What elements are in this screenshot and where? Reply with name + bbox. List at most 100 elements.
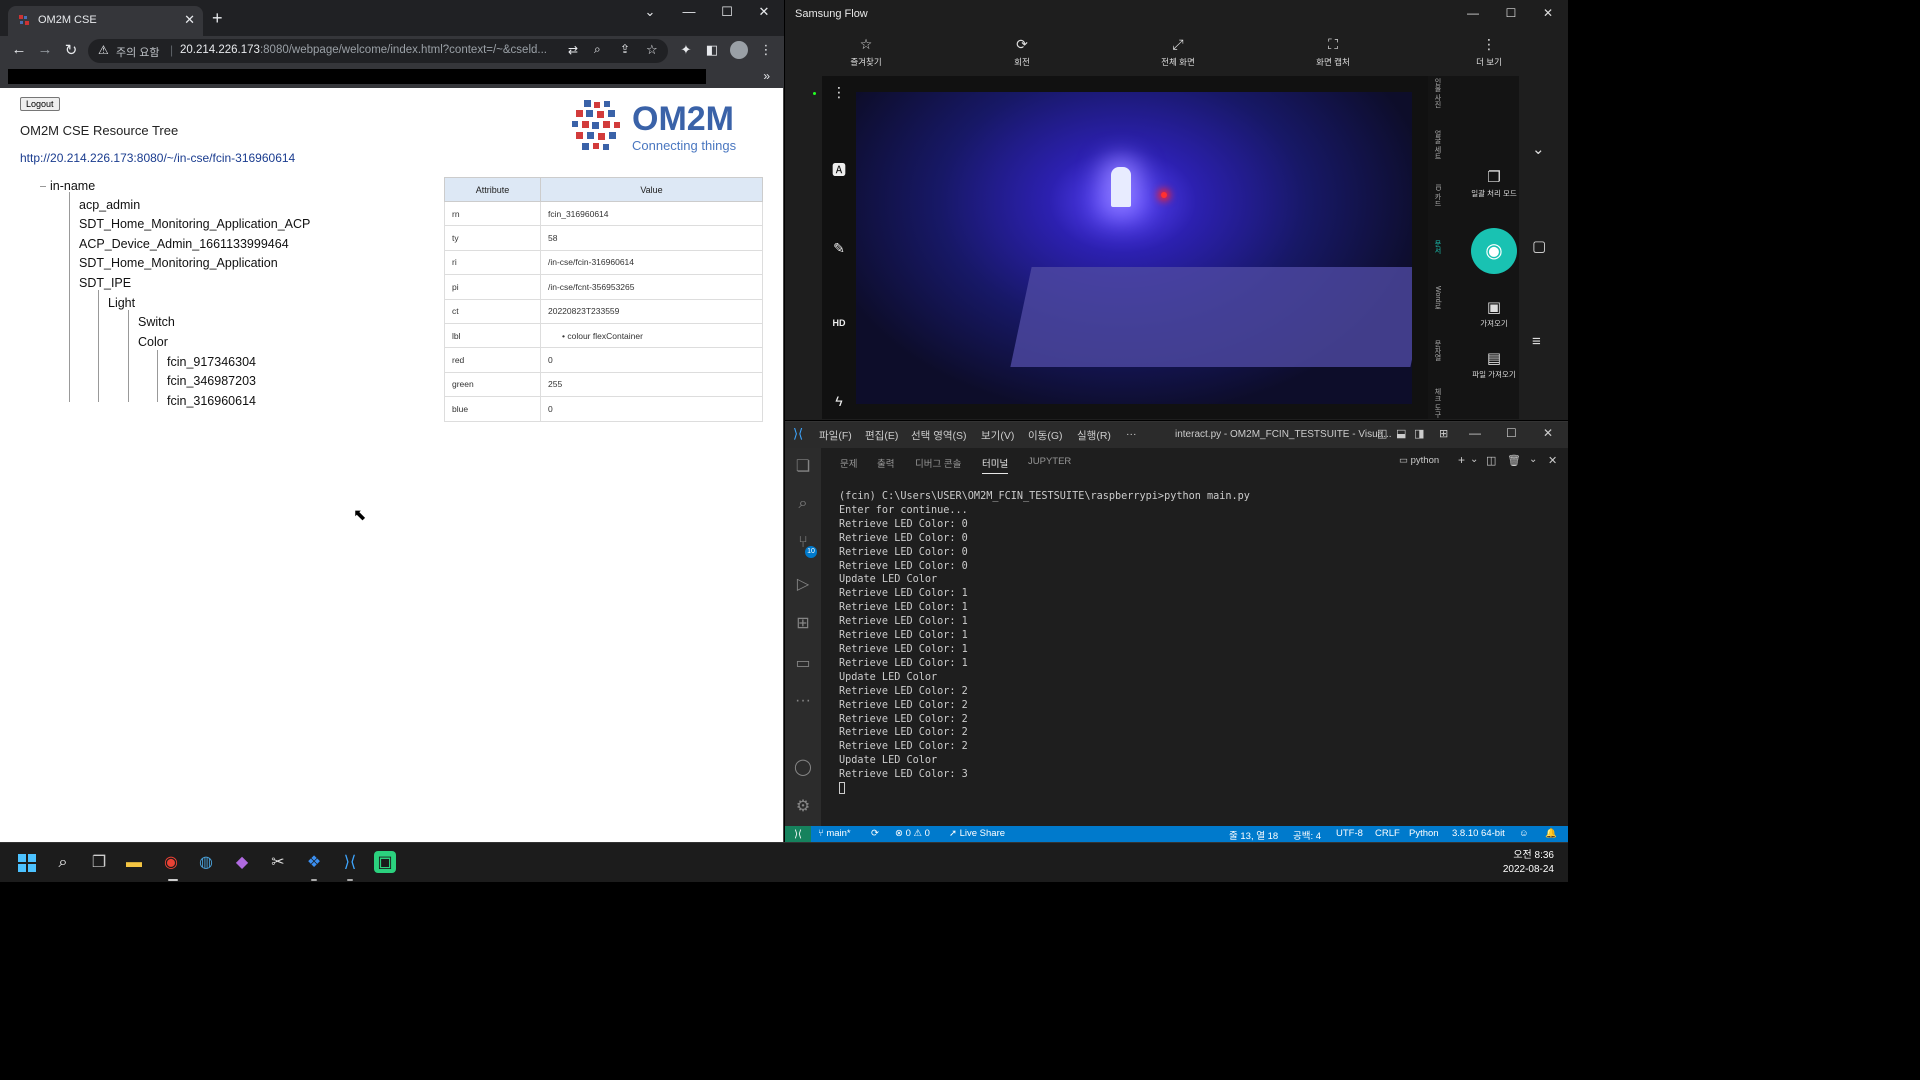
maximize-panel-icon[interactable]: ⌄ [1529, 454, 1537, 465]
run-debug-icon[interactable]: ▷ [793, 574, 813, 594]
extensions-icon[interactable]: ⊞ [793, 613, 813, 633]
import-file-button[interactable]: ▤ 파일 가져오기 [1464, 349, 1524, 380]
drop-app-icon[interactable]: ◆ [230, 851, 254, 875]
tab-search-icon[interactable]: ⌄ [632, 4, 668, 20]
problems-count[interactable]: ⊗ 0 ⚠ 0 [895, 828, 930, 839]
back-icon[interactable]: ← [9, 41, 29, 58]
menu-file[interactable]: 파일(F) [819, 428, 852, 443]
more-bookmarks-icon[interactable]: » [763, 69, 770, 83]
menu-lines-icon[interactable]: ≡ [1532, 333, 1541, 350]
hd-icon[interactable]: HD [829, 318, 849, 328]
menu-edit[interactable]: 편집(E) [865, 428, 898, 443]
feedback-icon[interactable]: ☺ [1519, 828, 1529, 839]
tab-problems[interactable]: 문제 [840, 456, 857, 470]
tab-debug-console[interactable]: 디버그 콘솔 [915, 456, 961, 470]
explorer-icon[interactable]: ❏ [793, 456, 813, 476]
close-window-button[interactable]: ✕ [1543, 426, 1553, 440]
no-edit-icon[interactable]: ✎ [829, 240, 849, 257]
tree-node-switch[interactable]: Switch [138, 315, 175, 329]
samsung-flow-icon[interactable]: ❖ [302, 851, 326, 875]
share-icon[interactable]: ⇪ [620, 42, 630, 56]
menu-view[interactable]: 보기(V) [981, 428, 1014, 443]
search-icon[interactable]: ⌕ [793, 495, 813, 513]
screen-capture-button[interactable]: ⛶ 화면 캡처 [1288, 36, 1378, 68]
tab-output[interactable]: 출력 [877, 456, 894, 470]
menu-selection[interactable]: 선택 영역(S) [911, 428, 967, 443]
maximize-button[interactable]: ☐ [1496, 6, 1526, 20]
zoom-icon[interactable]: ⌕ [594, 42, 601, 57]
tree-node-in-name[interactable]: in-name [50, 179, 95, 193]
close-panel-icon[interactable]: ✕ [1548, 454, 1557, 467]
mode-label[interactable]: 문자열 [1432, 340, 1442, 361]
minimize-button[interactable]: — [671, 4, 707, 19]
tree-node-acp-admin[interactable]: acp_admin [79, 198, 140, 212]
chevron-down-icon[interactable]: ⌄ [1470, 454, 1478, 465]
mode-label-active[interactable]: 문서 [1432, 240, 1442, 254]
new-terminal-icon[interactable]: + [1458, 453, 1465, 467]
terminal-output[interactable]: (fcin) C:\Users\USER\OM2M_FCIN_TESTSUITE… [839, 490, 1539, 796]
tree-node-color[interactable]: Color [138, 335, 168, 349]
chevron-down-icon[interactable]: ⌄ [1532, 140, 1545, 158]
minimize-button[interactable]: — [1469, 426, 1481, 440]
tree-node-fcin[interactable]: fcin_346987203 [167, 374, 256, 388]
tree-node-sdt-app[interactable]: SDT_Home_Monitoring_Application [79, 256, 278, 270]
accounts-icon[interactable]: ◯ [793, 757, 813, 777]
maximize-button[interactable]: ☐ [709, 4, 745, 20]
tree-node-sdt-ipe[interactable]: SDT_IPE [79, 276, 131, 290]
maximize-button[interactable]: ☐ [1506, 426, 1517, 440]
home-square-icon[interactable]: ▢ [1532, 237, 1546, 255]
notifications-bell-icon[interactable]: 🔔 [1545, 828, 1557, 839]
encoding[interactable]: UTF-8 [1336, 828, 1363, 839]
trash-icon[interactable]: 🗑 [1507, 454, 1521, 467]
close-tab-icon[interactable]: ✕ [184, 12, 195, 28]
address-bar[interactable]: ⚠ 주의 요함 | 20.214.226.173:8080/webpage/we… [88, 39, 668, 63]
favorites-button[interactable]: ☆ 즐겨찾기 [821, 36, 911, 68]
chrome-menu-icon[interactable]: ⋮ [757, 42, 775, 58]
line-endings[interactable]: CRLF [1375, 828, 1400, 839]
reload-icon[interactable]: ↻ [61, 41, 81, 59]
chrome-icon[interactable]: ◉ [159, 851, 183, 875]
terminal-selector[interactable]: ▭ python [1399, 455, 1439, 466]
menu-more[interactable]: ··· [1126, 428, 1137, 440]
more-button[interactable]: ⋮ 더 보기 [1444, 36, 1534, 68]
new-tab-button[interactable]: + [212, 8, 223, 29]
customize-layout-icon[interactable]: ⊞ [1439, 427, 1448, 440]
remote-indicator-icon[interactable]: ⟩⟨ [785, 826, 811, 843]
toggle-secondary-sidebar-icon[interactable]: ◨ [1414, 427, 1424, 440]
tree-node-light[interactable]: Light [108, 296, 135, 310]
split-terminal-icon[interactable]: ◫ [1486, 454, 1496, 467]
search-icon[interactable]: ⌕ [51, 851, 75, 875]
vscode-icon[interactable]: ⟩⟨ [338, 851, 362, 875]
close-window-button[interactable]: ✕ [746, 4, 782, 20]
menu-run[interactable]: 실행(R) [1077, 428, 1111, 443]
toggle-panel-icon[interactable]: ⬓ [1396, 427, 1406, 440]
bookmark-star-icon[interactable]: ☆ [646, 42, 658, 58]
tree-node-fcin[interactable]: fcin_917346304 [167, 355, 256, 369]
mode-label[interactable]: ID 카드 [1432, 184, 1442, 207]
mode-label[interactable]: 인물 사진 [1432, 78, 1442, 108]
minimize-button[interactable]: — [1458, 6, 1488, 20]
live-share[interactable]: ➚ Live Share [949, 828, 1005, 839]
tree-node-acp-device-admin[interactable]: ACP_Device_Admin_1661133999464 [79, 237, 289, 251]
text-scan-icon[interactable]: 🅰 [829, 160, 849, 180]
toggle-sidebar-icon[interactable]: ◫ [1377, 427, 1387, 440]
forward-icon[interactable]: → [35, 41, 55, 58]
android-app-icon[interactable]: ▣ [374, 851, 396, 873]
settings-gear-icon[interactable]: ⚙ [793, 796, 813, 816]
profile-avatar[interactable] [730, 41, 748, 59]
mode-label[interactable]: 체크 도구 [1432, 388, 1442, 418]
url-text[interactable]: 20.214.226.173:8080/webpage/welcome/inde… [180, 44, 547, 56]
menu-go[interactable]: 이동(G) [1028, 428, 1062, 443]
close-window-button[interactable]: ✕ [1533, 6, 1563, 20]
translate-icon[interactable]: ⇄ [568, 43, 578, 57]
fullscreen-button[interactable]: ⤢ 전체 화면 [1133, 36, 1223, 68]
remote-explorer-icon[interactable]: ▭ [793, 653, 813, 673]
tab-terminal[interactable]: 터미널 [982, 456, 1009, 474]
shutter-button[interactable]: ◉ [1471, 228, 1517, 274]
flash-auto-icon[interactable]: ϟ [829, 393, 849, 409]
tree-node-fcin-selected[interactable]: fcin_316960614 [167, 394, 256, 408]
globe-app-icon[interactable]: ◍ [194, 851, 218, 875]
warning-icon[interactable]: ⚠ [98, 43, 109, 57]
extensions-icon[interactable]: ✦ [677, 42, 695, 58]
more-views-icon[interactable]: ··· [793, 692, 813, 710]
